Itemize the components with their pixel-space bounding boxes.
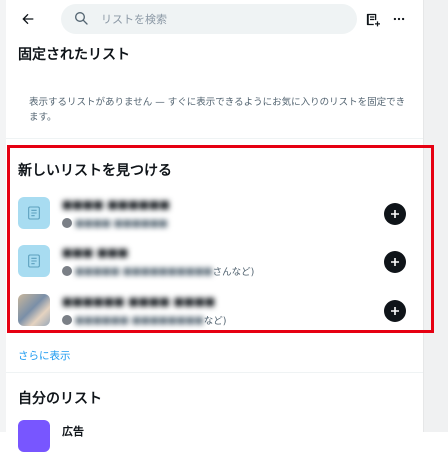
avatar [62,218,72,228]
pinned-lists-heading: 固定されたリスト [18,47,130,63]
list-icon [28,206,40,220]
search-box[interactable] [61,4,357,34]
my-lists-heading: 自分のリスト [18,391,102,407]
avatar [62,266,72,276]
discover-list-item[interactable]: ■■■■ ■■■■■■ ■■■■ ■■■■■■ [18,197,418,235]
search-input[interactable] [99,11,343,27]
list-thumbnail-photo [18,294,50,326]
add-list-button[interactable] [384,203,406,225]
list-owner: ■■■■ ■■■■■■ [75,217,168,229]
list-meta-tail: など) [203,316,227,327]
list-name: 広告 [62,425,84,438]
section-divider [6,372,423,373]
search-icon [73,10,91,28]
more-button[interactable] [389,9,409,29]
list-owner: ■■■■■ ■■■■■■■■■■ [75,265,213,277]
list-thumbnail [18,197,50,229]
list-owner: ■■■■■■ ■■■■■■■■ [75,314,204,326]
list-meta: ■■■■■ ■■■■■■■■■■ さんなど) [62,264,254,278]
list-meta-tail: さんなど) [212,267,255,278]
arrow-left-icon [22,13,34,25]
top-bar [6,0,423,38]
window-frame-left [0,0,6,432]
list-icon [28,254,40,268]
plus-icon [391,307,399,315]
list-meta: ■■■■■■ ■■■■■■■■ など) [62,313,226,327]
new-list-button[interactable] [362,9,382,29]
pinned-empty-message: 表示するリストがありません — すぐに表示できるようにお気に入りのリストを固定で… [29,97,406,123]
back-button[interactable] [17,8,39,30]
plus-icon [391,210,399,218]
list-thumbnail [18,245,50,277]
list-name: ■■■■■■ ■■■■ ■■■■ [62,295,216,308]
discover-lists-heading: 新しいリストを見つける [18,163,172,179]
add-list-button[interactable] [384,251,406,273]
list-thumbnail [18,420,50,452]
list-name: ■■■ ■■■ [62,246,129,259]
my-list-item[interactable]: 広告 [18,420,418,452]
discover-list-item[interactable]: ■■■ ■■■ ■■■■■ ■■■■■■■■■■ さんなど) [18,245,418,283]
list-name: ■■■■ ■■■■■■ [62,198,170,211]
new-list-icon [366,13,380,26]
add-list-button[interactable] [384,300,406,322]
discover-list-item[interactable]: ■■■■■■ ■■■■ ■■■■ ■■■■■■ ■■■■■■■■ など) [18,294,418,332]
plus-icon [391,258,399,266]
avatar [62,315,72,325]
list-meta: ■■■■ ■■■■■■ [62,216,168,230]
section-divider [6,138,423,139]
show-more-link[interactable]: さらに表示 [18,348,71,363]
more-horizontal-icon [393,17,405,21]
